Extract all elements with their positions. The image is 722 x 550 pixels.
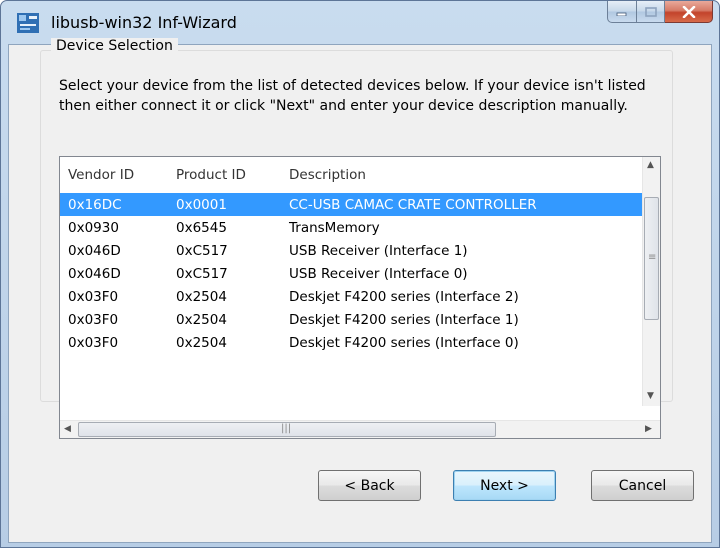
window-controls xyxy=(607,1,713,25)
vendor-id-cell: 0x03F0 xyxy=(68,289,119,305)
instructions-text: Select your device from the list of dete… xyxy=(59,78,646,114)
vendor-id-cell: 0x046D xyxy=(68,243,121,259)
minimize-icon xyxy=(616,12,627,16)
list-header: Vendor ID Product ID Description xyxy=(60,157,650,193)
vendor-id-cell: 0x16DC xyxy=(68,197,122,213)
inf-wizard-window: libusb-win32 Inf-Wizard Device Selection… xyxy=(0,0,720,548)
scroll-grip-icon: ||| xyxy=(281,423,292,434)
list-row[interactable]: 0x16DC 0x0001 CC-USB CAMAC CRATE CONTROL… xyxy=(60,193,650,216)
description-cell: Deskjet F4200 series (Interface 1) xyxy=(289,312,519,328)
description-cell: TransMemory xyxy=(289,220,380,236)
vertical-scroll-thumb[interactable]: ≡ xyxy=(644,197,659,320)
vertical-scrollbar[interactable]: ▲ ≡ ▼ xyxy=(642,157,660,406)
vendor-id-cell: 0x03F0 xyxy=(68,312,119,328)
scroll-right-arrow-icon[interactable]: ▶ xyxy=(645,425,652,434)
maximize-button[interactable] xyxy=(637,1,665,23)
product-id-cell: 0x0001 xyxy=(176,197,227,213)
minimize-button[interactable] xyxy=(607,1,637,23)
description-cell: USB Receiver (Interface 0) xyxy=(289,266,468,282)
product-id-cell: 0x6545 xyxy=(176,220,227,236)
list-row[interactable]: 0x046D 0xC517 USB Receiver (Interface 0) xyxy=(60,262,650,285)
maximize-icon xyxy=(644,6,657,17)
usb-wizard-icon xyxy=(17,13,39,33)
column-header-vendor-id[interactable]: Vendor ID xyxy=(68,167,134,183)
scroll-down-arrow-icon[interactable]: ▼ xyxy=(647,392,654,401)
close-button[interactable] xyxy=(665,1,713,23)
cancel-button[interactable]: Cancel xyxy=(591,470,694,501)
device-list[interactable]: Vendor ID Product ID Description 0x16DC … xyxy=(59,156,661,439)
list-row[interactable]: 0x03F0 0x2504 Deskjet F4200 series (Inte… xyxy=(60,285,650,308)
product-id-cell: 0x2504 xyxy=(176,312,227,328)
description-cell: Deskjet F4200 series (Interface 0) xyxy=(289,335,519,351)
product-id-cell: 0xC517 xyxy=(176,243,228,259)
product-id-cell: 0x2504 xyxy=(176,289,227,305)
description-cell: USB Receiver (Interface 1) xyxy=(289,243,468,259)
window-title: libusb-win32 Inf-Wizard xyxy=(51,13,237,32)
description-cell: CC-USB CAMAC CRATE CONTROLLER xyxy=(289,197,537,213)
vendor-id-cell: 0x046D xyxy=(68,266,121,282)
close-icon xyxy=(682,5,695,18)
list-row[interactable]: 0x03F0 0x2504 Deskjet F4200 series (Inte… xyxy=(60,331,650,354)
list-row[interactable]: 0x046D 0xC517 USB Receiver (Interface 1) xyxy=(60,239,650,262)
column-header-description[interactable]: Description xyxy=(289,167,366,183)
next-button[interactable]: Next > xyxy=(453,470,556,501)
vendor-id-cell: 0x0930 xyxy=(68,220,119,236)
scroll-grip-icon: ≡ xyxy=(648,252,657,263)
list-row[interactable]: 0x0930 0x6545 TransMemory xyxy=(60,216,650,239)
scroll-left-arrow-icon[interactable]: ◀ xyxy=(64,425,71,434)
column-header-product-id[interactable]: Product ID xyxy=(176,167,246,183)
scroll-up-arrow-icon[interactable]: ▲ xyxy=(647,161,654,170)
horizontal-scroll-thumb[interactable]: ||| xyxy=(78,422,496,437)
vendor-id-cell: 0x03F0 xyxy=(68,335,119,351)
list-row[interactable]: 0x03F0 0x2504 Deskjet F4200 series (Inte… xyxy=(60,308,650,331)
product-id-cell: 0xC517 xyxy=(176,266,228,282)
back-button[interactable]: < Back xyxy=(318,470,421,501)
horizontal-scrollbar[interactable]: ◀ ||| ▶ xyxy=(60,420,660,438)
description-cell: Deskjet F4200 series (Interface 2) xyxy=(289,289,519,305)
product-id-cell: 0x2504 xyxy=(176,335,227,351)
group-title: Device Selection xyxy=(51,38,178,54)
